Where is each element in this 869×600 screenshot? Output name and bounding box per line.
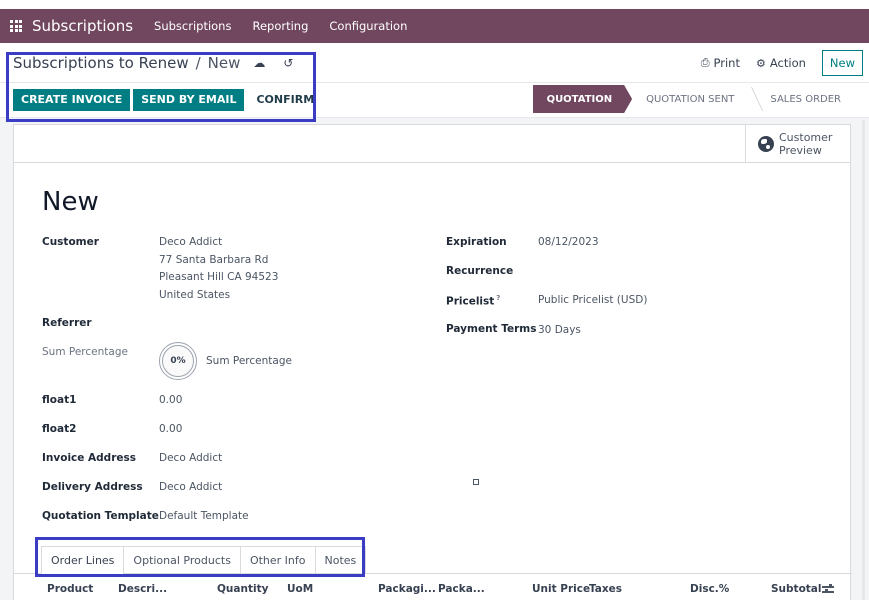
customer-address-line1: 77 Santa Barbara Rd [159, 253, 269, 266]
column-quantity[interactable]: Quantity [217, 583, 268, 595]
optional-columns-icon[interactable] [822, 584, 834, 595]
breadcrumb-parent[interactable]: Subscriptions to Renew [13, 54, 189, 72]
action-button[interactable]: ⚙ Action [756, 56, 806, 70]
breadcrumb-separator: / [195, 54, 201, 72]
apps-grid-icon[interactable] [10, 20, 22, 32]
send-by-email-button[interactable]: SEND BY EMAIL [133, 88, 245, 111]
quotation-template-field[interactable]: Default Template [159, 508, 249, 526]
tab-optional-products[interactable]: Optional Products [123, 546, 240, 574]
delivery-address-label: Delivery Address [42, 481, 143, 493]
top-strip [0, 0, 869, 9]
sum-percentage-label: Sum Percentage [42, 346, 128, 358]
recurrence-label: Recurrence [446, 265, 514, 277]
quotation-template-label: Quotation Template [42, 510, 159, 522]
breadcrumb: Subscriptions to Renew / New ☁ ↺ [13, 54, 293, 72]
sum-percentage-value: 0% [162, 345, 194, 377]
help-tooltip-icon[interactable]: ? [496, 294, 500, 302]
nav-subscriptions[interactable]: Subscriptions [154, 19, 231, 33]
pricelist-field[interactable]: Public Pricelist (USD) [538, 292, 647, 310]
status-bar: QUOTATION QUOTATION SENT SALES ORDER [533, 85, 853, 113]
expiration-label: Expiration [446, 236, 507, 248]
invoice-address-field[interactable]: Deco Addict [159, 450, 222, 468]
column-packaging-qty[interactable]: Packagi... [378, 583, 436, 595]
breadcrumb-current: New [207, 54, 241, 72]
small-square-marker [473, 479, 479, 485]
scrollbar[interactable] [857, 118, 869, 600]
app-brand[interactable]: Subscriptions [32, 17, 133, 35]
float2-label: float2 [42, 423, 77, 435]
tab-notes[interactable]: Notes [314, 546, 367, 574]
globe-icon [758, 136, 774, 152]
customer-country: United States [159, 288, 231, 301]
nav-reporting[interactable]: Reporting [252, 19, 308, 33]
divider [0, 82, 869, 83]
payment-terms-label: Payment Terms [446, 323, 537, 335]
customer-preview-button[interactable]: Customer Preview [745, 125, 850, 163]
nav-configuration[interactable]: Configuration [329, 19, 407, 33]
customer-preview-label: Customer Preview [779, 131, 833, 157]
tab-other-info[interactable]: Other Info [239, 546, 315, 574]
print-label: Print [713, 56, 740, 70]
order-lines-header: Product Descri... Quantity UoM Packagi..… [14, 580, 852, 600]
action-label: Action [769, 56, 806, 70]
payment-terms-field[interactable]: 30 Days [538, 322, 581, 340]
sheet-button-box: Customer Preview [14, 125, 850, 163]
referrer-label: Referrer [42, 317, 92, 329]
printer-icon: ⎙ [700, 56, 710, 69]
control-panel: Subscriptions to Renew / New ☁ ↺ ⎙ Print… [0, 43, 869, 118]
column-subtotal[interactable]: Subtotal [771, 583, 822, 595]
tab-order-lines[interactable]: Order Lines [41, 546, 124, 574]
column-discount[interactable]: Disc.% [690, 583, 729, 595]
delivery-address-field[interactable]: Deco Addict [159, 479, 222, 497]
expiration-field[interactable]: 08/12/2023 [538, 234, 599, 252]
toolbar-actions: ⎙ Print ⚙ Action New [701, 50, 863, 76]
notebook-tabs: Order Lines Optional Products Other Info… [41, 546, 367, 574]
sum-percentage-text: Sum Percentage [206, 355, 292, 367]
scrollbar-thumb[interactable] [862, 120, 865, 600]
create-invoice-button[interactable]: CREATE INVOICE [13, 88, 131, 111]
float2-field[interactable]: 0.00 [159, 421, 182, 439]
top-navbar: Subscriptions Subscriptions Reporting Co… [0, 9, 869, 43]
column-uom[interactable]: UoM [287, 583, 313, 595]
column-unit-price[interactable]: Unit Price [532, 583, 590, 595]
confirm-button[interactable]: CONFIRM [247, 88, 323, 111]
stage-quotation[interactable]: QUOTATION [533, 85, 633, 113]
recurrence-field[interactable] [538, 263, 738, 280]
undo-icon[interactable]: ↺ [283, 56, 293, 70]
customer-field[interactable]: Deco Addict 77 Santa Barbara Rd Pleasant… [159, 234, 278, 304]
form-buttons: CREATE INVOICE SEND BY EMAIL CONFIRM [13, 88, 323, 111]
record-title: New [42, 187, 99, 217]
column-taxes[interactable]: Taxes [589, 583, 622, 595]
stage-quotation-sent[interactable]: QUOTATION SENT [632, 85, 756, 113]
invoice-address-label: Invoice Address [42, 452, 136, 464]
gear-icon: ⚙ [756, 56, 766, 70]
pricelist-label: Pricelist? [446, 294, 501, 308]
column-product[interactable]: Product [47, 583, 93, 595]
column-description[interactable]: Descri... [118, 583, 167, 595]
customer-name: Deco Addict [159, 236, 223, 248]
sum-percentage-gauge: 0% [159, 342, 197, 380]
print-button[interactable]: ⎙ Print [701, 56, 740, 70]
cloud-upload-icon[interactable]: ☁ [253, 56, 265, 70]
customer-label: Customer [42, 236, 99, 248]
new-button[interactable]: New [821, 50, 863, 76]
form-sheet: Customer Preview New Customer Deco Addic… [13, 124, 852, 600]
float1-field[interactable]: 0.00 [159, 392, 182, 410]
stage-sales-order[interactable]: SALES ORDER [756, 85, 853, 113]
customer-address-line2: Pleasant Hill CA 94523 [159, 271, 279, 283]
column-packaging[interactable]: Packa... [438, 583, 485, 595]
float1-label: float1 [42, 394, 77, 406]
